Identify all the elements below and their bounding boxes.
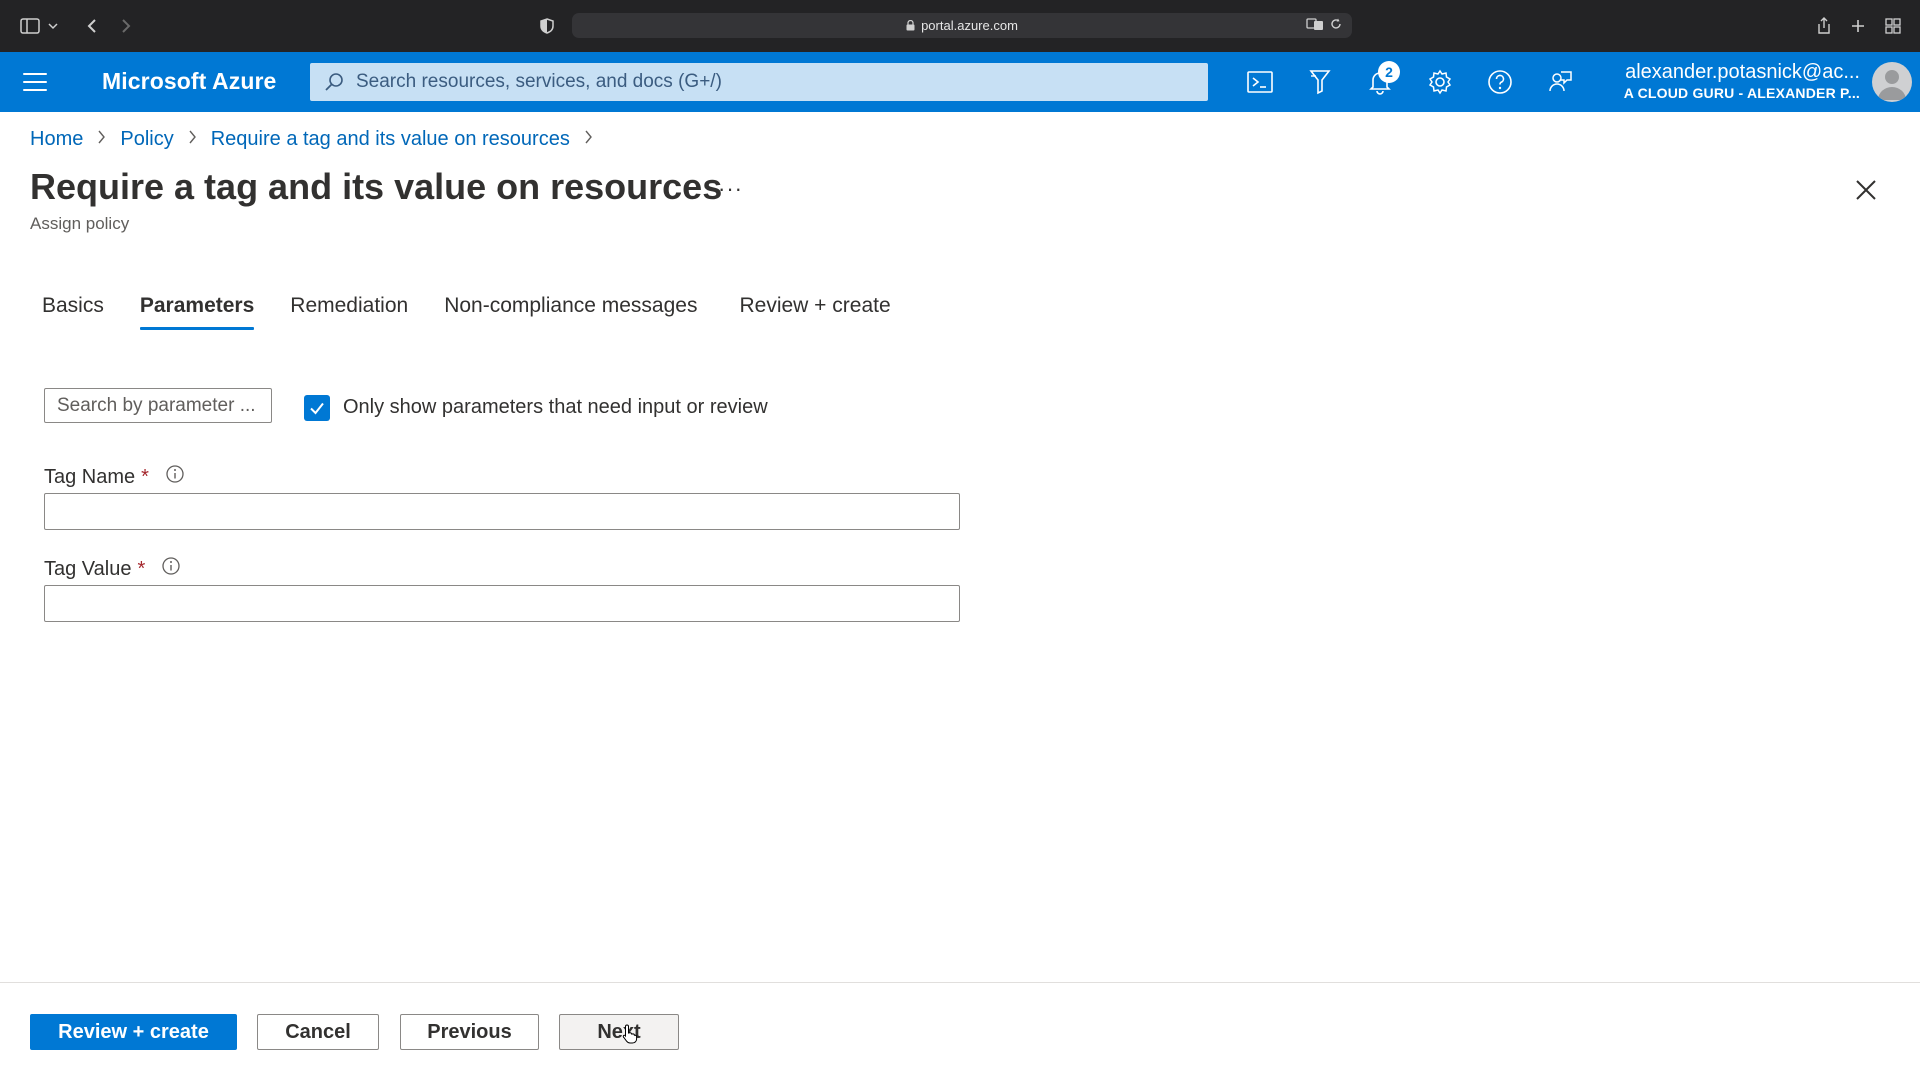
tag-name-input[interactable] (44, 493, 960, 530)
required-marker: * (137, 557, 146, 580)
tab-review-create[interactable]: Review + create (739, 294, 890, 330)
tab-parameters[interactable]: Parameters (139, 294, 255, 330)
tab-non-compliance-messages[interactable]: Non-compliance messages (444, 294, 697, 330)
info-icon[interactable] (165, 464, 185, 490)
portal-brand[interactable]: Microsoft Azure (102, 68, 276, 95)
close-icon[interactable] (1852, 176, 1880, 204)
tab-basics[interactable]: Basics (42, 294, 104, 330)
forward-icon[interactable] (114, 14, 138, 38)
cancel-button[interactable]: Cancel (257, 1014, 379, 1050)
cloud-shell-icon[interactable] (1244, 66, 1276, 98)
breadcrumb-separator-icon (188, 130, 197, 149)
breadcrumb-policy-definition[interactable]: Require a tag and its value on resources (211, 128, 570, 151)
new-tab-icon[interactable] (1846, 14, 1870, 38)
tag-value-label: Tag Value * (44, 556, 181, 582)
required-marker: * (141, 465, 149, 488)
parameter-search-input[interactable]: Search by parameter ... (44, 388, 272, 423)
sidebar-toggle-icon[interactable] (18, 14, 42, 38)
privacy-shield-icon[interactable] (535, 14, 559, 38)
tab-remediation[interactable]: Remediation (290, 294, 408, 330)
tag-value-label-text: Tag Value (44, 557, 132, 580)
footer-divider (0, 982, 1920, 983)
page-title: Require a tag and its value on resources (30, 166, 723, 207)
help-icon[interactable] (1484, 66, 1516, 98)
tag-name-label: Tag Name * (44, 464, 185, 490)
checkmark-icon (310, 402, 324, 415)
url-text: portal.azure.com (921, 18, 1018, 33)
lock-icon (906, 20, 915, 31)
search-icon (325, 73, 343, 91)
account-menu[interactable]: alexander.potasnick@ac... A CLOUD GURU -… (1624, 60, 1860, 102)
notification-count-badge: 2 (1378, 61, 1400, 83)
account-directory: A CLOUD GURU - ALEXANDER P... (1623, 85, 1860, 101)
reload-icon[interactable] (1330, 18, 1342, 30)
breadcrumb-separator-icon (97, 130, 106, 149)
next-button[interactable]: Next (559, 1014, 679, 1050)
back-icon[interactable] (80, 14, 104, 38)
parameter-search-placeholder: Search by parameter ... (57, 394, 256, 416)
browser-toolbar: portal.azure.com (0, 0, 1920, 52)
global-search-input[interactable]: Search resources, services, and docs (G+… (310, 63, 1208, 101)
only-show-checkbox[interactable] (304, 395, 330, 421)
azure-top-bar: Microsoft Azure Search resources, servic… (0, 52, 1920, 112)
info-icon[interactable] (161, 556, 181, 582)
search-placeholder: Search resources, services, and docs (G+… (356, 71, 722, 92)
directory-filter-icon[interactable] (1304, 66, 1336, 98)
chevron-down-icon[interactable] (46, 14, 60, 38)
breadcrumb-separator-icon (584, 130, 593, 149)
share-icon[interactable] (1812, 14, 1836, 38)
tag-name-label-text: Tag Name (44, 465, 136, 488)
translate-icon[interactable] (1306, 17, 1324, 31)
address-bar[interactable]: portal.azure.com (572, 13, 1352, 38)
avatar[interactable] (1872, 62, 1912, 102)
review-create-button[interactable]: Review + create (30, 1014, 237, 1050)
only-show-label[interactable]: Only show parameters that need input or … (343, 396, 768, 419)
feedback-icon[interactable] (1544, 66, 1576, 98)
settings-gear-icon[interactable] (1424, 66, 1456, 98)
account-name: alexander.potasnick@ac... (1625, 61, 1860, 83)
more-actions-icon[interactable]: ··· (718, 176, 743, 202)
wizard-tabs: Basics Parameters Remediation Non-compli… (42, 294, 927, 330)
portal-menu-icon[interactable] (22, 70, 48, 94)
page-subtitle: Assign policy (30, 214, 130, 233)
tab-overview-icon[interactable] (1881, 14, 1905, 38)
breadcrumb-policy[interactable]: Policy (120, 128, 173, 151)
previous-button[interactable]: Previous (400, 1014, 539, 1050)
hand-pointer-cursor-icon (622, 1024, 638, 1049)
tag-value-input[interactable] (44, 585, 960, 622)
breadcrumb-home[interactable]: Home (30, 128, 83, 151)
breadcrumb: Home Policy Require a tag and its value … (30, 128, 593, 151)
